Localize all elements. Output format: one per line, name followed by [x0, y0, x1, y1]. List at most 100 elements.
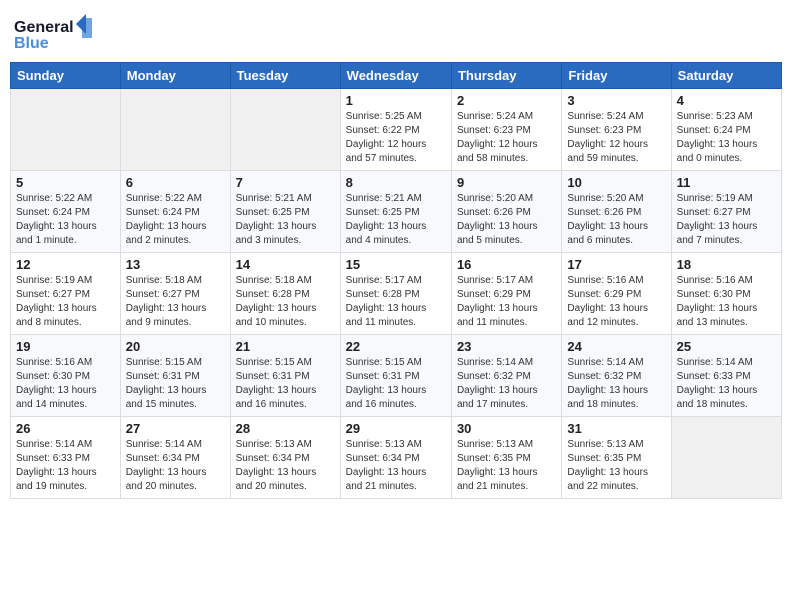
- calendar-cell: 27 Sunrise: 5:14 AM Sunset: 6:34 PM Dayli…: [120, 417, 230, 499]
- cell-content: Sunrise: 5:15 AM Sunset: 6:31 PM Dayligh…: [236, 356, 335, 412]
- page-header: General Blue: [10, 10, 782, 54]
- cell-content: Sunrise: 5:17 AM Sunset: 6:29 PM Dayligh…: [457, 274, 556, 330]
- calendar-cell: [230, 89, 340, 171]
- day-number: 19: [16, 339, 115, 354]
- logo-icon: General Blue: [14, 10, 94, 54]
- cell-content: Sunrise: 5:20 AM Sunset: 6:26 PM Dayligh…: [567, 192, 665, 248]
- day-number: 27: [126, 421, 225, 436]
- calendar-cell: 17 Sunrise: 5:16 AM Sunset: 6:29 PM Dayli…: [562, 253, 671, 335]
- cell-content: Sunrise: 5:20 AM Sunset: 6:26 PM Dayligh…: [457, 192, 556, 248]
- calendar-cell: 22Sunrise: 5:15 AM Sunset: 6:31 PM Dayli…: [340, 335, 451, 417]
- column-header-wednesday: Wednesday: [340, 63, 451, 89]
- day-number: 24: [567, 339, 665, 354]
- cell-content: Sunrise: 5:16 AM Sunset: 6:30 PM Dayligh…: [677, 274, 776, 330]
- day-number: 22: [346, 339, 446, 354]
- calendar-cell: [671, 417, 781, 499]
- column-header-monday: Monday: [120, 63, 230, 89]
- cell-content: Sunrise: 5:14 AM Sunset: 6:34 PM Dayligh…: [126, 438, 225, 494]
- cell-content: Sunrise: 5:14 AM Sunset: 6:33 PM Dayligh…: [677, 356, 776, 412]
- calendar-cell: 29 Sunrise: 5:13 AM Sunset: 6:34 PM Dayli…: [340, 417, 451, 499]
- cell-content: Sunrise: 5:24 AM Sunset: 6:23 PM Dayligh…: [567, 110, 665, 166]
- calendar-cell: 24 Sunrise: 5:14 AM Sunset: 6:32 PM Dayli…: [562, 335, 671, 417]
- calendar-cell: 9 Sunrise: 5:20 AM Sunset: 6:26 PM Daylig…: [451, 171, 561, 253]
- day-number: 20: [126, 339, 225, 354]
- calendar-week-row: 19 Sunrise: 5:16 AM Sunset: 6:30 PM Dayli…: [11, 335, 782, 417]
- day-number: 31: [567, 421, 665, 436]
- day-number: 11: [677, 175, 776, 190]
- day-number: 10: [567, 175, 665, 190]
- calendar-cell: 4Sunrise: 5:23 AM Sunset: 6:24 PM Daylig…: [671, 89, 781, 171]
- cell-content: Sunrise: 5:13 AM Sunset: 6:35 PM Dayligh…: [457, 438, 556, 494]
- day-number: 13: [126, 257, 225, 272]
- cell-content: Sunrise: 5:17 AM Sunset: 6:28 PM Dayligh…: [346, 274, 446, 330]
- cell-content: Sunrise: 5:16 AM Sunset: 6:30 PM Dayligh…: [16, 356, 115, 412]
- cell-content: Sunrise: 5:14 AM Sunset: 6:32 PM Dayligh…: [567, 356, 665, 412]
- calendar-cell: 20 Sunrise: 5:15 AM Sunset: 6:31 PM Dayli…: [120, 335, 230, 417]
- day-number: 1: [346, 93, 446, 108]
- calendar-cell: 28 Sunrise: 5:13 AM Sunset: 6:34 PM Dayli…: [230, 417, 340, 499]
- day-number: 6: [126, 175, 225, 190]
- calendar-cell: 31Sunrise: 5:13 AM Sunset: 6:35 PM Dayli…: [562, 417, 671, 499]
- calendar-cell: 19 Sunrise: 5:16 AM Sunset: 6:30 PM Dayli…: [11, 335, 121, 417]
- svg-text:Blue: Blue: [14, 35, 49, 52]
- cell-content: Sunrise: 5:13 AM Sunset: 6:34 PM Dayligh…: [236, 438, 335, 494]
- cell-content: Sunrise: 5:13 AM Sunset: 6:34 PM Dayligh…: [346, 438, 446, 494]
- cell-content: Sunrise: 5:21 AM Sunset: 6:25 PM Dayligh…: [236, 192, 335, 248]
- calendar-cell: 3 Sunrise: 5:24 AM Sunset: 6:23 PM Daylig…: [562, 89, 671, 171]
- calendar-cell: 14Sunrise: 5:18 AM Sunset: 6:28 PM Dayli…: [230, 253, 340, 335]
- calendar-cell: 21Sunrise: 5:15 AM Sunset: 6:31 PM Dayli…: [230, 335, 340, 417]
- cell-content: Sunrise: 5:22 AM Sunset: 6:24 PM Dayligh…: [16, 192, 115, 248]
- cell-content: Sunrise: 5:14 AM Sunset: 6:33 PM Dayligh…: [16, 438, 115, 494]
- day-number: 23: [457, 339, 556, 354]
- calendar-cell: [11, 89, 121, 171]
- day-number: 17: [567, 257, 665, 272]
- calendar-cell: 12Sunrise: 5:19 AM Sunset: 6:27 PM Dayli…: [11, 253, 121, 335]
- column-header-friday: Friday: [562, 63, 671, 89]
- svg-text:General: General: [14, 19, 74, 36]
- day-number: 15: [346, 257, 446, 272]
- calendar-cell: 30 Sunrise: 5:13 AM Sunset: 6:35 PM Dayli…: [451, 417, 561, 499]
- cell-content: Sunrise: 5:24 AM Sunset: 6:23 PM Dayligh…: [457, 110, 556, 166]
- cell-content: Sunrise: 5:16 AM Sunset: 6:29 PM Dayligh…: [567, 274, 665, 330]
- day-number: 3: [567, 93, 665, 108]
- day-number: 9: [457, 175, 556, 190]
- calendar-cell: 5 Sunrise: 5:22 AM Sunset: 6:24 PM Daylig…: [11, 171, 121, 253]
- column-header-thursday: Thursday: [451, 63, 561, 89]
- cell-content: Sunrise: 5:18 AM Sunset: 6:27 PM Dayligh…: [126, 274, 225, 330]
- calendar-cell: 1 Sunrise: 5:25 AM Sunset: 6:22 PM Daylig…: [340, 89, 451, 171]
- calendar-cell: 2 Sunrise: 5:24 AM Sunset: 6:23 PM Daylig…: [451, 89, 561, 171]
- day-number: 4: [677, 93, 776, 108]
- calendar-cell: 6 Sunrise: 5:22 AM Sunset: 6:24 PM Daylig…: [120, 171, 230, 253]
- cell-content: Sunrise: 5:14 AM Sunset: 6:32 PM Dayligh…: [457, 356, 556, 412]
- calendar-cell: 15 Sunrise: 5:17 AM Sunset: 6:28 PM Dayli…: [340, 253, 451, 335]
- day-number: 16: [457, 257, 556, 272]
- calendar-cell: 11Sunrise: 5:19 AM Sunset: 6:27 PM Dayli…: [671, 171, 781, 253]
- calendar-cell: 16 Sunrise: 5:17 AM Sunset: 6:29 PM Dayli…: [451, 253, 561, 335]
- cell-content: Sunrise: 5:18 AM Sunset: 6:28 PM Dayligh…: [236, 274, 335, 330]
- calendar-cell: 25 Sunrise: 5:14 AM Sunset: 6:33 PM Dayli…: [671, 335, 781, 417]
- calendar-table: SundayMondayTuesdayWednesdayThursdayFrid…: [10, 62, 782, 499]
- calendar-cell: [120, 89, 230, 171]
- day-number: 8: [346, 175, 446, 190]
- day-number: 28: [236, 421, 335, 436]
- calendar-week-row: 1 Sunrise: 5:25 AM Sunset: 6:22 PM Daylig…: [11, 89, 782, 171]
- calendar-cell: 10 Sunrise: 5:20 AM Sunset: 6:26 PM Dayli…: [562, 171, 671, 253]
- calendar-week-row: 5 Sunrise: 5:22 AM Sunset: 6:24 PM Daylig…: [11, 171, 782, 253]
- cell-content: Sunrise: 5:15 AM Sunset: 6:31 PM Dayligh…: [126, 356, 225, 412]
- column-header-sunday: Sunday: [11, 63, 121, 89]
- day-number: 2: [457, 93, 556, 108]
- logo: General Blue: [14, 10, 94, 54]
- calendar-cell: 8 Sunrise: 5:21 AM Sunset: 6:25 PM Daylig…: [340, 171, 451, 253]
- day-number: 7: [236, 175, 335, 190]
- day-number: 30: [457, 421, 556, 436]
- calendar-week-row: 26Sunrise: 5:14 AM Sunset: 6:33 PM Dayli…: [11, 417, 782, 499]
- day-number: 18: [677, 257, 776, 272]
- day-number: 25: [677, 339, 776, 354]
- day-number: 12: [16, 257, 115, 272]
- cell-content: Sunrise: 5:21 AM Sunset: 6:25 PM Dayligh…: [346, 192, 446, 248]
- cell-content: Sunrise: 5:25 AM Sunset: 6:22 PM Dayligh…: [346, 110, 446, 166]
- cell-content: Sunrise: 5:22 AM Sunset: 6:24 PM Dayligh…: [126, 192, 225, 248]
- day-number: 29: [346, 421, 446, 436]
- day-number: 5: [16, 175, 115, 190]
- calendar-header-row: SundayMondayTuesdayWednesdayThursdayFrid…: [11, 63, 782, 89]
